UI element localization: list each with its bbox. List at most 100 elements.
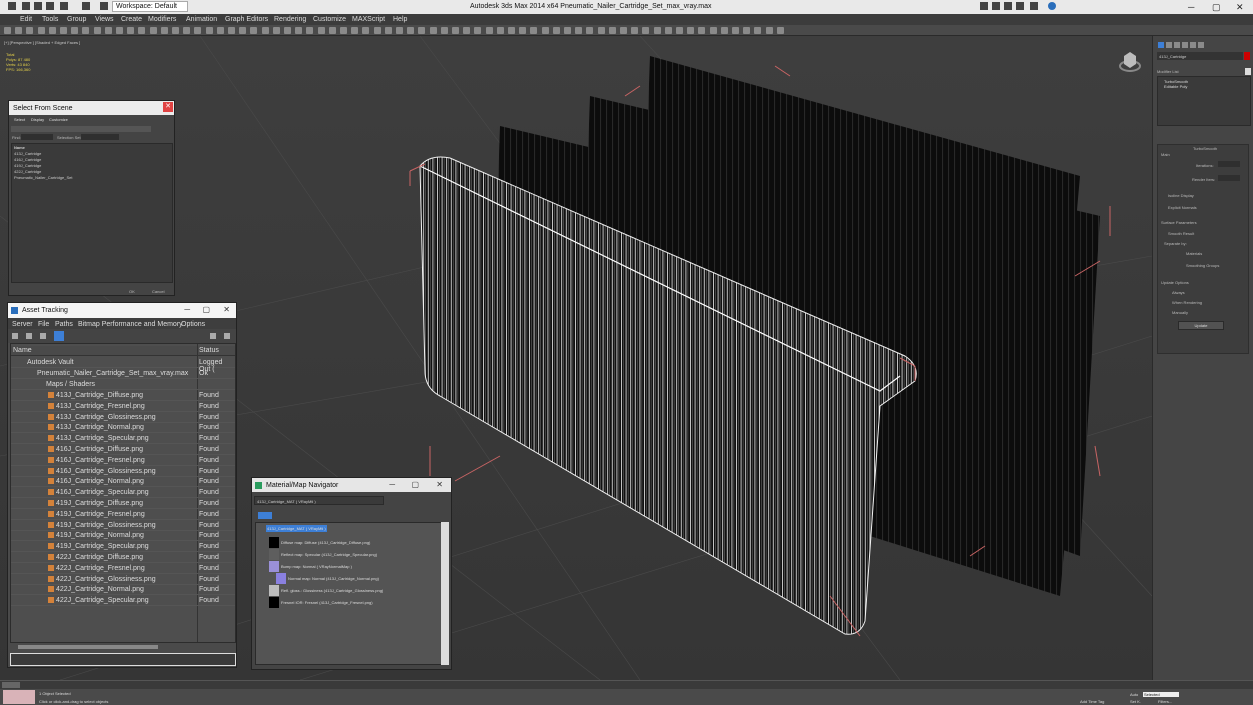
sfs-cancel-button[interactable]: Cancel — [152, 289, 164, 294]
table-row[interactable]: 422J_Cartridge_Normal.png Found — [11, 584, 235, 596]
toolbar-tool-icon[interactable] — [104, 27, 112, 34]
toolbar-tool-icon[interactable] — [586, 27, 594, 34]
vault-icon[interactable] — [12, 333, 18, 339]
maximize-icon[interactable]: ▢ — [1212, 2, 1221, 13]
menu-modifiers[interactable]: Modifiers — [148, 16, 176, 23]
toolbar-tool-icon[interactable] — [552, 27, 560, 34]
toolbar-tool-icon[interactable] — [597, 27, 605, 34]
menu-animation[interactable]: Animation — [186, 16, 217, 23]
list-view-icon[interactable] — [258, 512, 272, 519]
material-name-field[interactable]: 413J_Cartridge_MAT ( VRayMtl ) — [254, 496, 384, 505]
iterations-spinner[interactable] — [1218, 161, 1240, 167]
close-icon[interactable]: ✕ — [223, 305, 230, 314]
toolbar-tool-icon[interactable] — [295, 27, 303, 34]
close-icon[interactable]: ✕ — [436, 480, 443, 489]
timeline-track[interactable] — [0, 680, 1253, 689]
toolbar-tool-icon[interactable] — [709, 27, 717, 34]
toolbar-tool-icon[interactable] — [205, 27, 213, 34]
toolbar-tool-icon[interactable] — [452, 27, 459, 34]
toolbar-tool-icon[interactable] — [653, 27, 661, 34]
toolbar-tool-icon[interactable] — [216, 27, 224, 34]
table-row[interactable]: 413J_Cartridge_Glossiness.png Found — [11, 412, 235, 423]
menu-maxscript[interactable]: MAXScript — [352, 16, 385, 23]
communication-icon[interactable] — [1004, 2, 1012, 10]
at-menu-options[interactable]: Options — [181, 321, 205, 328]
vertical-scrollbar[interactable] — [441, 522, 449, 665]
table-row[interactable]: 419J_Cartridge_Fresnel.png Found — [11, 509, 235, 520]
table-row[interactable]: 413J_Cartridge_Fresnel.png Found — [11, 401, 235, 412]
toolbar-tool-icon[interactable] — [4, 27, 11, 34]
checkin-icon[interactable] — [40, 333, 46, 339]
table-row[interactable]: 416J_Cartridge_Normal.png Found — [11, 476, 235, 488]
close-icon[interactable]: ✕ — [1236, 2, 1244, 13]
toolbar-tool-icon[interactable] — [373, 27, 381, 34]
toolbar-tool-icon[interactable] — [362, 27, 370, 34]
set-key-button[interactable]: Set K. — [1130, 699, 1141, 704]
table-row[interactable]: 416J_Cartridge_Specular.png Found — [11, 487, 235, 499]
menu-rendering[interactable]: Rendering — [274, 16, 306, 23]
toolbar-tool-icon[interactable] — [48, 27, 56, 34]
auto-key-button[interactable]: Auto — [1130, 692, 1138, 697]
close-icon[interactable]: ✕ — [163, 102, 173, 112]
sfs-find-input[interactable] — [21, 134, 53, 140]
redo-icon[interactable] — [82, 2, 90, 10]
table-row[interactable]: Maps / Shaders — [11, 379, 235, 390]
horizontal-scrollbar[interactable] — [18, 645, 158, 649]
help-icon[interactable] — [210, 333, 216, 339]
toolbar-tool-icon[interactable] — [284, 27, 291, 34]
maxscript-listener[interactable] — [3, 690, 35, 704]
binoculars-icon[interactable] — [992, 2, 1000, 10]
menu-views[interactable]: Views — [95, 16, 114, 23]
toolbar-tool-icon[interactable] — [687, 27, 695, 34]
maximize-icon[interactable]: ▢ — [202, 305, 210, 314]
toolbar-tool-icon[interactable] — [496, 27, 504, 34]
toolbar-tool-icon[interactable] — [474, 27, 482, 34]
list-item[interactable]: Normal map: Normal (413J_Cartridge_Norma… — [288, 576, 379, 581]
list-item[interactable]: 419J_Cartridge — [14, 163, 41, 168]
toolbar-tool-icon[interactable] — [732, 27, 739, 34]
object-color-swatch[interactable] — [1244, 52, 1250, 60]
utilities-tab-icon[interactable] — [1198, 42, 1204, 48]
menu-group[interactable]: Group — [67, 16, 86, 23]
toolbar-tool-icon[interactable] — [664, 27, 672, 34]
toolbar-tool-icon[interactable] — [149, 27, 157, 34]
sfs-column-name[interactable]: Name — [14, 145, 25, 150]
toolbar-tool-icon[interactable] — [541, 27, 549, 34]
display-tab-icon[interactable] — [1190, 42, 1196, 48]
sfs-selection-set-dropdown[interactable] — [81, 134, 119, 140]
maximize-icon[interactable]: ▢ — [411, 480, 419, 489]
toolbar-tool-icon[interactable] — [261, 27, 269, 34]
table-row[interactable]: 422J_Cartridge_Specular.png Found — [11, 595, 235, 607]
toolbar-tool-icon[interactable] — [754, 27, 762, 34]
viewport-label[interactable]: [+] [Perspective ] [Shaded + Edged Faces… — [4, 40, 80, 45]
toolbar-tool-icon[interactable] — [172, 27, 179, 34]
table-row[interactable]: 422J_Cartridge_Diffuse.png Found — [11, 552, 235, 563]
col-name[interactable]: Name — [13, 347, 32, 354]
table-row[interactable]: 419J_Cartridge_Diffuse.png Found — [11, 498, 235, 509]
toolbar-tool-icon[interactable] — [384, 27, 392, 34]
toolbar-tool-icon[interactable] — [160, 27, 168, 34]
toolbar-tool-icon[interactable] — [15, 27, 23, 34]
table-row[interactable]: 422J_Cartridge_Glossiness.png Found — [11, 574, 235, 585]
toolbar-tool-icon[interactable] — [440, 27, 448, 34]
table-row[interactable]: 413J_Cartridge_Normal.png Found — [11, 422, 235, 434]
toolbar-tool-icon[interactable] — [317, 27, 325, 34]
modify-tab-icon[interactable] — [1166, 42, 1172, 48]
toolbar-tool-icon[interactable] — [60, 27, 67, 34]
sfs-menu-select[interactable]: Select — [14, 117, 25, 122]
sfs-ok-button[interactable]: OK — [129, 289, 135, 294]
toolbar-tool-icon[interactable] — [396, 27, 403, 34]
highlight-icon[interactable] — [54, 331, 64, 341]
materials-checkbox[interactable]: Materials — [1186, 251, 1202, 256]
asset-path-input[interactable] — [10, 653, 236, 666]
rollout-title[interactable]: TurboSmooth — [1193, 146, 1217, 151]
toolbar-tool-icon[interactable] — [183, 27, 191, 34]
toolbar-tool-icon[interactable] — [93, 27, 101, 34]
search-icon[interactable] — [980, 2, 988, 10]
table-row[interactable]: 419J_Cartridge_Specular.png Found — [11, 541, 235, 553]
list-item[interactable]: Bump map: Normal ( VRayNormalMap ) — [281, 564, 352, 569]
open-file-icon[interactable] — [34, 2, 42, 10]
table-row[interactable]: 413J_Cartridge_Specular.png Found — [11, 433, 235, 445]
table-row[interactable]: Pneumatic_Nailer_Cartridge_Set_max_vray.… — [11, 368, 235, 379]
menu-edit[interactable]: Edit — [20, 16, 32, 23]
